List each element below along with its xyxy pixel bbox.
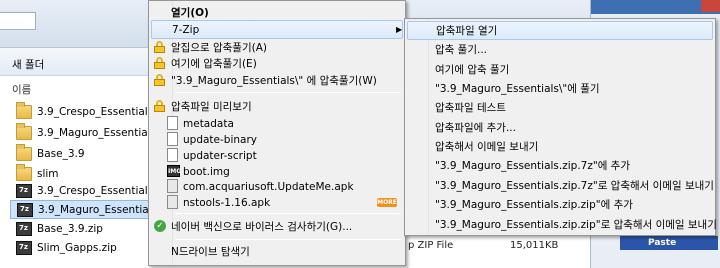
submenu-item-7z-email[interactable]: "3.9_Maguro_Essentials.zip.7z"로 압축해서 이메일… [407,176,714,195]
file-size-cell: 15,011KB [510,240,559,251]
menu-item-label: nstools-1.16.apk [183,196,271,209]
menu-separator [175,239,401,240]
7zip-submenu: 압축파일 열기 압축 풀기... 여기에 압축 풀기 "3.9_Maguro_E… [404,18,717,236]
more-badge[interactable]: MORE [377,198,397,207]
menu-item-preview-file[interactable]: nstools-1.16.apk MORE [151,193,403,212]
file-list-item[interactable]: Base_3.9.zip [10,219,156,238]
file-name: Base_3.9.zip [37,222,103,235]
alzip-icon [154,74,165,86]
menu-item-label: "3.9_Maguro_Essentials\" 에 압축풀기(W) [171,75,377,87]
menu-item-label: "3.9_Maguro_Essentials.zip.zip"에 추가 [435,199,633,211]
menu-separator [175,213,401,214]
submenu-item-extract-to-folder[interactable]: "3.9_Maguro_Essentials\"에 풀기 [407,79,713,98]
menu-item-label: com.acquariusoft.UpdateMe.apk [183,180,354,193]
menu-item-label: update-binary [183,133,257,146]
menu-item-label: 압축파일에 추가... [435,122,516,134]
apk-file-icon [167,195,178,209]
file-name: slim [37,167,59,180]
file-list-item[interactable]: 3.9_Crespo_Essentials [10,102,156,121]
file-name: 3.9_Maguro_Essentials.z [38,203,156,216]
alzip-icon [154,100,165,112]
submenu-item-test-archive[interactable]: 압축파일 테스트 [407,98,713,117]
menu-item-label: "3.9_Maguro_Essentials.zip.7z"에 추가 [435,160,631,172]
menu-item-label: 압축파일 테스트 [435,102,506,114]
menu-item-label: 7-Zip [172,23,200,36]
file-icon [167,148,178,162]
file-icon [167,132,178,146]
file-list-item[interactable]: Base_3.9 [10,144,156,163]
menu-item-label: 압축파일 열기 [436,25,498,37]
close-button[interactable] [701,0,720,12]
menu-item-label: boot.img [183,165,230,178]
alzip-icon [154,41,165,53]
folder-icon [16,102,32,119]
file-type-cell: p ZIP File [408,240,454,251]
menu-item-7zip[interactable]: 7-Zip ▶ [151,20,403,39]
submenu-item-add-to-archive[interactable]: 압축파일에 추가... [407,118,713,137]
submenu-item-zip-email[interactable]: "3.9_Maguro_Essentials.zip.zip"로 압축해서 이메… [407,215,717,234]
7zip-archive-icon [16,183,32,198]
column-header-name[interactable]: 이름 [12,82,31,97]
menu-item-label: 열기(O) [171,7,209,19]
menu-item-label: updater-script [183,149,257,162]
submenu-item-extract-here[interactable]: 여기에 압축 풀기 [407,60,713,79]
submenu-arrow-icon: ▶ [396,25,403,34]
menu-item-extract-to-folder[interactable]: "3.9_Maguro_Essentials\" 에 압축풀기(W) [151,71,403,90]
menu-item-label: N드라이브 탐색기 [171,246,250,258]
menu-item-label: 압축해서 이메일 보내기 [435,141,539,153]
submenu-item-extract[interactable]: 압축 풀기... [407,40,713,59]
menu-item-label: 압축파일 미리보기 [171,101,252,113]
paste-menu-item[interactable]: Paste [620,236,718,250]
menu-item-naver-vaccine-scan[interactable]: ✓ 네이버 백신으로 바이러스 검사하기(G)... [151,217,403,236]
file-list-item[interactable]: 3.9_Crespo_Essentials.zi [10,181,156,200]
apk-file-icon [167,179,178,193]
7zip-archive-icon [17,202,33,217]
menu-item-label: "3.9_Maguro_Essentials.zip.7z"로 압축해서 이메일… [435,180,714,192]
file-name: 3.9_Crespo_Essentials [37,105,154,118]
context-menu: 열기(O) 7-Zip ▶ 알집으로 압축풀기(A) 여기에 압축풀기(E) "… [148,0,406,266]
menu-item-label: 여기에 압축 풀기 [435,64,510,76]
submenu-item-add-to-zip[interactable]: "3.9_Maguro_Essentials.zip.zip"에 추가 [407,195,713,214]
file-list-item[interactable]: 3.9_Maguro_Essentials [10,123,156,142]
file-name: 3.9_Crespo_Essentials.zi [37,184,156,197]
7zip-archive-icon [16,221,32,236]
new-folder-button[interactable]: 새 폴더 [12,57,44,72]
menu-item-ndrive-explorer[interactable]: N드라이브 탐색기 [151,242,403,261]
alzip-icon [154,57,165,69]
file-name: 3.9_Maguro_Essentials [37,126,156,139]
menu-item-label: 알집으로 압축풀기(A) [171,42,267,54]
submenu-item-add-to-7z[interactable]: "3.9_Maguro_Essentials.zip.7z"에 추가 [407,156,713,175]
menu-item-label: 네이버 백신으로 바이러스 검사하기(G)... [171,221,353,233]
file-icon [167,116,178,130]
menu-item-label: "3.9_Maguro_Essentials\"에 풀기 [435,83,600,95]
menu-item-label: 압축 풀기... [435,44,487,56]
folder-icon [16,164,32,181]
file-name: Slim_Gapps.zip [37,241,117,254]
folder-icon [16,123,32,140]
menu-item-label: metadata [183,117,234,130]
submenu-item-compress-email[interactable]: 압축해서 이메일 보내기 [407,137,713,156]
folder-icon [16,144,32,161]
file-list-item-selected[interactable]: 3.9_Maguro_Essentials.z [10,200,156,219]
menu-separator [175,92,401,93]
menu-item-label: 여기에 압축풀기(E) [171,58,257,70]
file-list-item[interactable]: Slim_Gapps.zip [10,238,156,257]
file-name: Base_3.9 [37,147,85,160]
naver-vaccine-icon: ✓ [154,220,166,232]
submenu-item-open-archive[interactable]: 압축파일 열기 [407,21,713,40]
image-file-icon [167,165,181,177]
7zip-archive-icon [16,240,32,255]
menu-item-label: "3.9_Maguro_Essentials.zip.zip"로 압축해서 이메… [435,219,717,231]
address-input[interactable] [0,12,36,30]
